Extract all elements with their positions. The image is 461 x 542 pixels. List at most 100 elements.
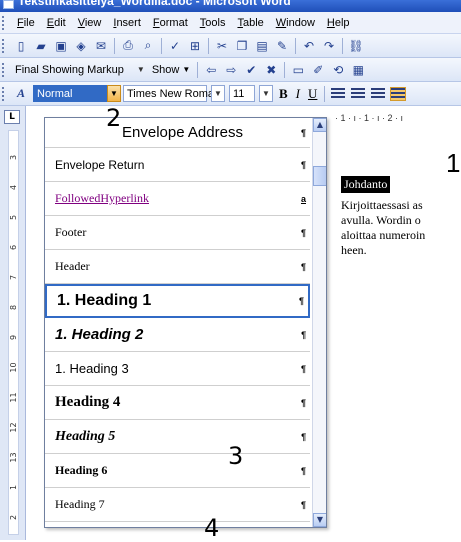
ruler-number: 2 bbox=[9, 514, 18, 521]
standard-toolbar: ▯ ▰ ▣ ◈ ✉ ⎙ ⌕ ✓ ⊞ ✂ ❐ ▤ ✎ ↶ ↷ ⛓ bbox=[0, 34, 461, 58]
accept-change-icon[interactable]: ✔ bbox=[243, 62, 259, 78]
permission-icon[interactable]: ◈ bbox=[73, 38, 89, 54]
style-dropdown-list[interactable]: Envelope Address ¶ Envelope Return ¶ Fol… bbox=[44, 117, 327, 528]
redo-icon[interactable]: ↷ bbox=[321, 38, 337, 54]
style-item-header[interactable]: Header ¶ bbox=[45, 250, 310, 284]
style-item-footer[interactable]: Footer ¶ bbox=[45, 216, 310, 250]
separator bbox=[295, 37, 296, 54]
menu-file[interactable]: File bbox=[11, 17, 41, 29]
font-dropdown[interactable]: Times New Roman bbox=[123, 85, 220, 102]
scroll-down-icon[interactable]: ▼ bbox=[313, 513, 326, 527]
menu-grip[interactable] bbox=[2, 15, 7, 30]
paragraph-mark-icon: ¶ bbox=[298, 296, 304, 306]
style-dropdown[interactable]: Normal bbox=[33, 85, 107, 102]
toolbar-grip[interactable] bbox=[2, 38, 7, 53]
vertical-ruler: L 3 4 5 6 7 8 9 10 11 12 13 1 2 bbox=[0, 106, 26, 540]
style-item-heading-4[interactable]: Heading 4 ¶ bbox=[45, 386, 310, 420]
chevron-down-icon: ▼ bbox=[182, 65, 191, 74]
style-item-heading-6[interactable]: Heading 6 ¶ bbox=[45, 454, 310, 488]
undo-icon[interactable]: ↶ bbox=[301, 38, 317, 54]
ruler-number: 9 bbox=[9, 334, 18, 341]
font-dropdown-button[interactable]: ▼ bbox=[211, 85, 225, 102]
cut-icon[interactable]: ✂ bbox=[214, 38, 230, 54]
chevron-down-icon: ▼ bbox=[136, 65, 145, 74]
document-paragraph[interactable]: Kirjoittaessasi as avulla. Wordin o aloi… bbox=[341, 198, 461, 258]
paragraph-mark-icon: ¶ bbox=[300, 397, 306, 408]
hyperlink-icon[interactable]: ⛓ bbox=[348, 38, 364, 54]
scroll-up-icon[interactable]: ▲ bbox=[313, 118, 326, 132]
style-item-heading-5[interactable]: Heading 5 ¶ bbox=[45, 420, 310, 454]
highlight-icon[interactable]: ✐ bbox=[310, 62, 326, 78]
style-item-label: Heading 5 bbox=[55, 428, 116, 444]
style-item-label: FollowedHyperlink bbox=[55, 191, 149, 205]
scroll-thumb[interactable] bbox=[313, 166, 326, 186]
word-app-icon bbox=[3, 0, 14, 9]
menu-format[interactable]: Format bbox=[147, 17, 194, 29]
style-item-label: Heading 4 bbox=[55, 394, 121, 410]
reject-change-icon[interactable]: ✖ bbox=[263, 62, 279, 78]
style-item-heading-2[interactable]: 1. Heading 2 ¶ bbox=[45, 318, 310, 352]
show-label: Show bbox=[151, 63, 180, 76]
paragraph-mark-icon: ¶ bbox=[300, 431, 306, 442]
align-left-icon[interactable] bbox=[331, 87, 346, 100]
next-change-icon[interactable]: ⇨ bbox=[223, 62, 239, 78]
toolbar-grip[interactable] bbox=[2, 86, 7, 101]
markup-mode-dropdown[interactable]: Final Showing Markup bbox=[11, 64, 128, 76]
menu-help[interactable]: Help bbox=[321, 17, 356, 29]
format-painter-icon[interactable]: ✎ bbox=[274, 38, 290, 54]
print-preview-icon[interactable]: ⌕ bbox=[140, 38, 156, 54]
style-item-heading-1[interactable]: 1. Heading 1 ¶ bbox=[45, 284, 310, 318]
align-right-icon[interactable] bbox=[371, 87, 386, 100]
open-folder-icon[interactable]: ▰ bbox=[33, 38, 49, 54]
research-icon[interactable]: ⊞ bbox=[187, 38, 203, 54]
track-changes-icon[interactable]: ⟲ bbox=[330, 62, 346, 78]
paste-icon[interactable]: ▤ bbox=[254, 38, 270, 54]
save-icon[interactable]: ▣ bbox=[53, 38, 69, 54]
formatting-toolbar: A Normal ▼ Times New Roman ▼ 11 ▼ B I U bbox=[0, 82, 461, 106]
reviewing-pane-icon[interactable]: ▦ bbox=[350, 62, 366, 78]
font-size-dropdown-button[interactable]: ▼ bbox=[259, 85, 273, 102]
style-item-envelope-return[interactable]: Envelope Return ¶ bbox=[45, 148, 310, 182]
ruler-number: 10 bbox=[9, 362, 18, 373]
ruler-number: 4 bbox=[9, 184, 18, 191]
new-document-icon[interactable]: ▯ bbox=[13, 38, 29, 54]
underline-button[interactable]: U bbox=[304, 86, 321, 102]
menu-table[interactable]: Table bbox=[231, 17, 269, 29]
paragraph-mark-icon: ¶ bbox=[300, 159, 306, 170]
tab-selector[interactable]: L bbox=[4, 110, 20, 124]
font-size-dropdown[interactable]: 11 bbox=[229, 85, 255, 102]
styles-formatting-icon[interactable]: A bbox=[13, 86, 29, 102]
show-dropdown[interactable]: Show ▼ bbox=[148, 64, 194, 76]
style-item-envelope-address[interactable]: Envelope Address ¶ bbox=[45, 118, 310, 148]
align-center-icon[interactable] bbox=[351, 87, 366, 100]
justify-icon[interactable] bbox=[390, 86, 407, 101]
style-item-heading-7[interactable]: Heading 7 ¶ bbox=[45, 488, 310, 522]
bold-button[interactable]: B bbox=[275, 86, 292, 102]
print-icon[interactable]: ⎙ bbox=[120, 38, 136, 54]
menu-tools[interactable]: Tools bbox=[194, 17, 232, 29]
previous-change-icon[interactable]: ⇦ bbox=[203, 62, 219, 78]
separator bbox=[208, 37, 209, 54]
style-list-scrollbar[interactable]: ▲ ▼ bbox=[312, 118, 326, 527]
paragraph-mark-icon: ¶ bbox=[300, 329, 306, 340]
insert-comment-icon[interactable]: ▭ bbox=[290, 62, 306, 78]
style-item-followed-hyperlink[interactable]: FollowedHyperlink a bbox=[45, 182, 310, 216]
copy-icon[interactable]: ❐ bbox=[234, 38, 250, 54]
style-item-label: 1. Heading 3 bbox=[55, 361, 129, 376]
menu-view[interactable]: View bbox=[72, 17, 108, 29]
style-dropdown-button[interactable]: ▼ bbox=[107, 85, 121, 102]
menu-window[interactable]: Window bbox=[270, 17, 321, 29]
email-icon[interactable]: ✉ bbox=[93, 38, 109, 54]
style-item-heading-3[interactable]: 1. Heading 3 ¶ bbox=[45, 352, 310, 386]
menu-edit[interactable]: Edit bbox=[41, 17, 72, 29]
document-heading[interactable]: Johdanto bbox=[341, 176, 391, 193]
toolbar-grip[interactable] bbox=[2, 62, 7, 77]
style-value: Normal bbox=[37, 87, 73, 100]
title-bar: Tekstinkasittelya_Wordilla.doc - Microso… bbox=[0, 0, 461, 12]
markup-mode-arrow[interactable]: ▼ bbox=[130, 61, 146, 78]
italic-button[interactable]: I bbox=[292, 86, 304, 102]
menu-insert[interactable]: Insert bbox=[107, 17, 147, 29]
spelling-icon[interactable]: ✓ bbox=[167, 38, 183, 54]
paragraph-mark-icon: ¶ bbox=[300, 465, 306, 476]
character-style-icon: a bbox=[300, 193, 306, 204]
